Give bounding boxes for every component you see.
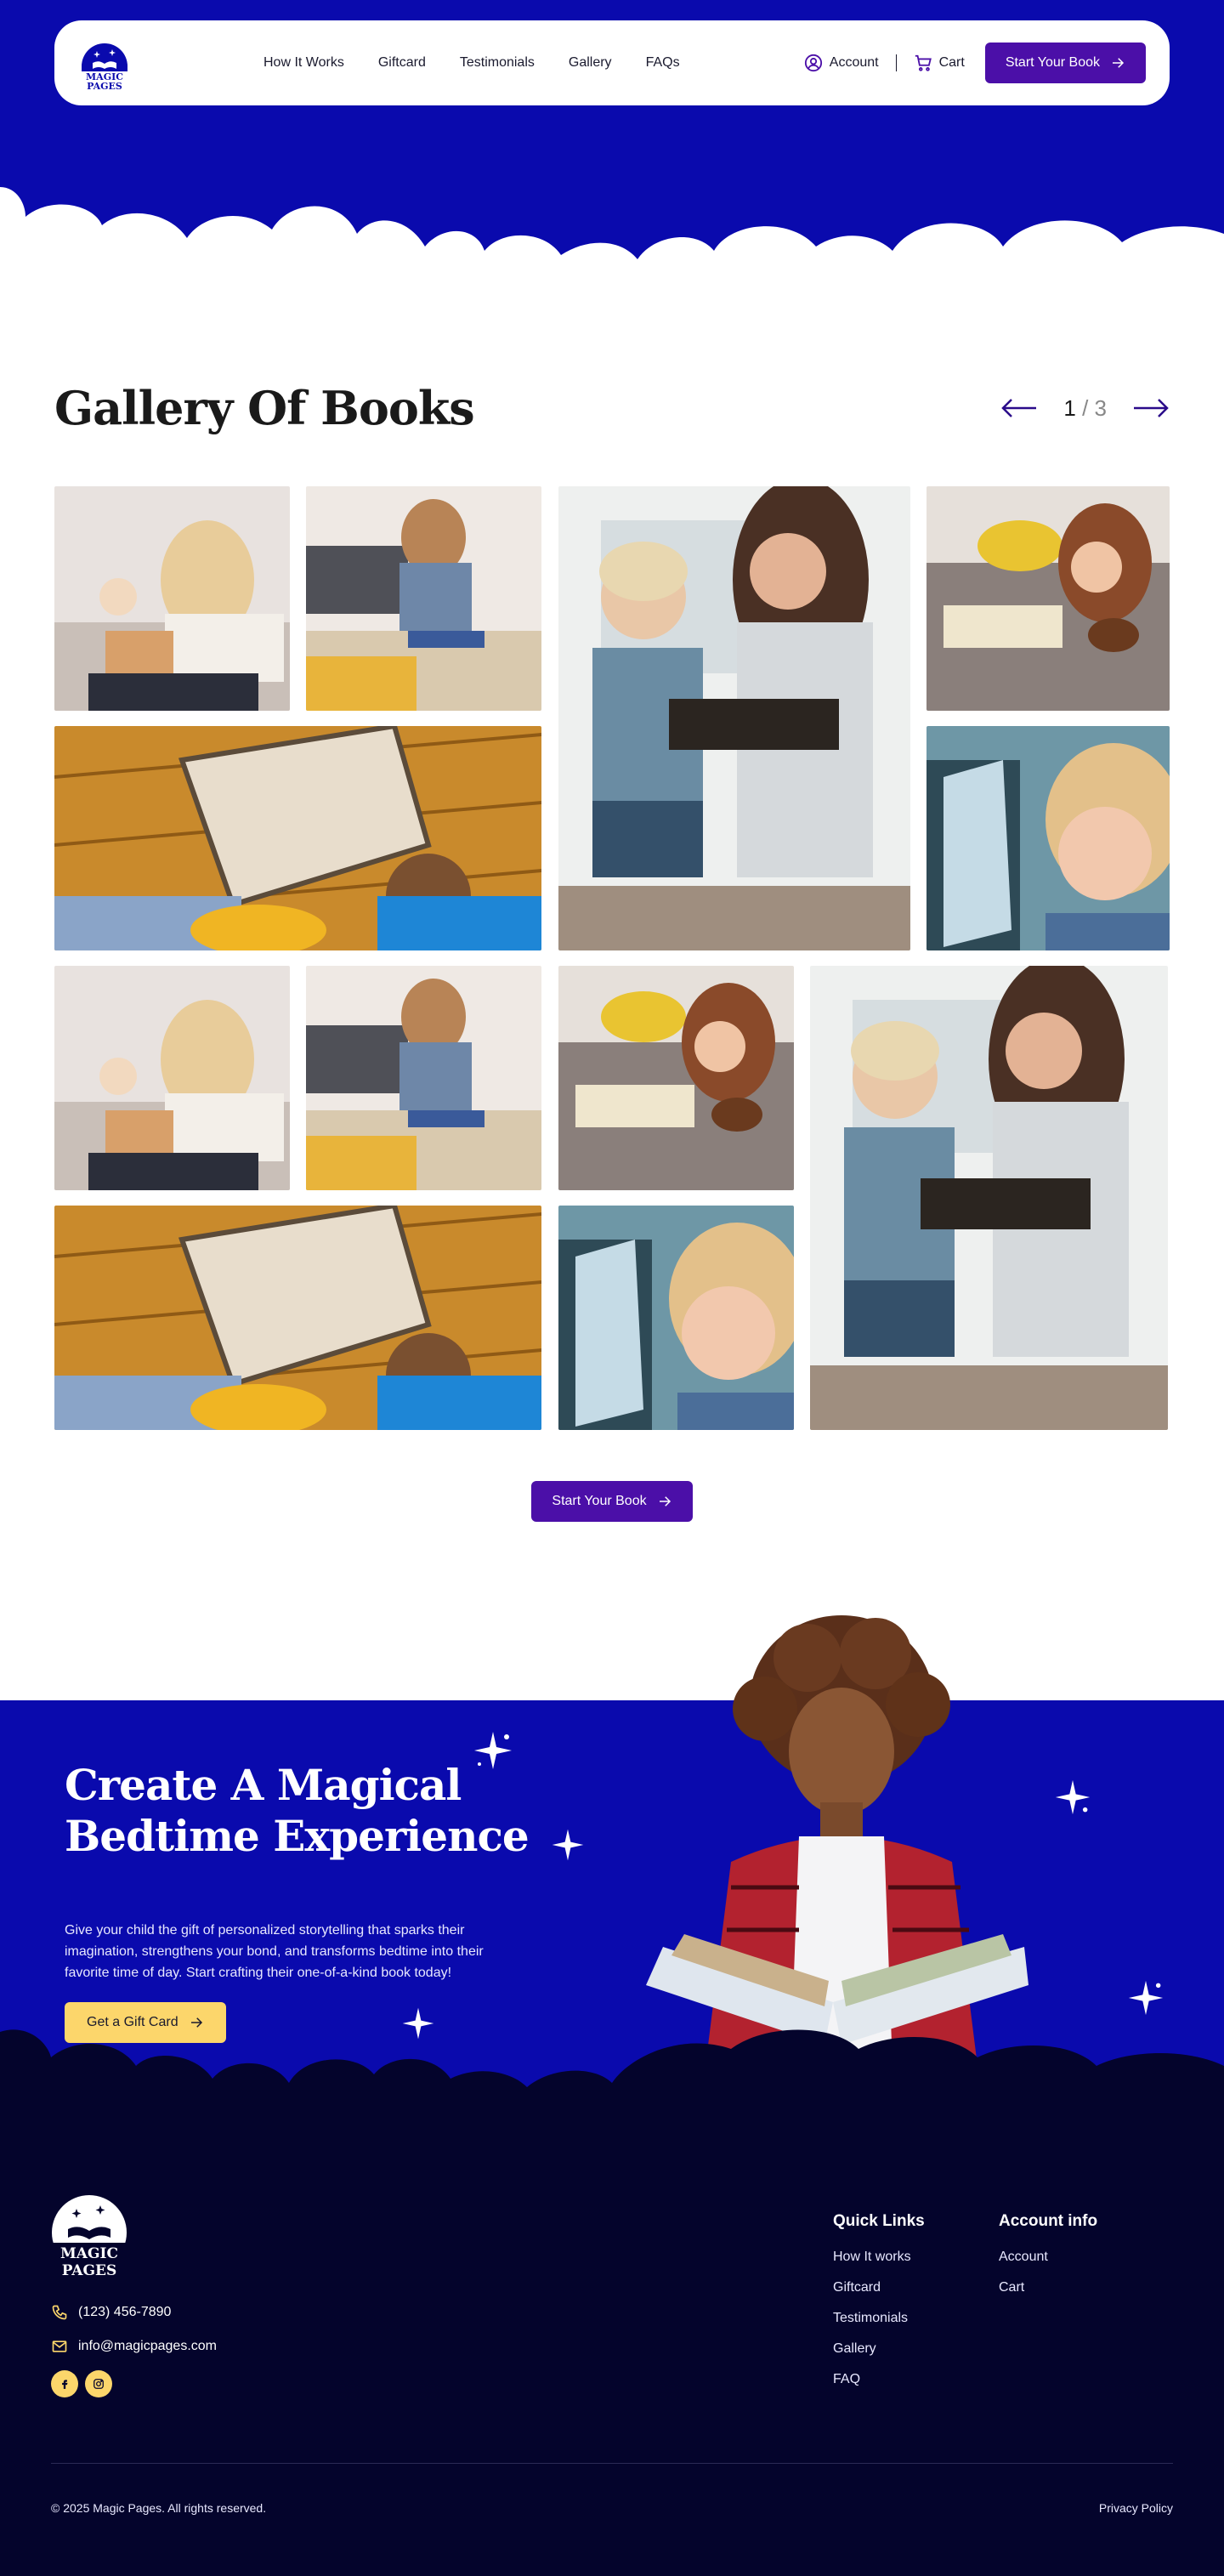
nav-divider [895,54,897,71]
page-current: 1 [1063,394,1076,421]
start-your-book-button[interactable]: Start Your Book [984,43,1146,83]
mail-icon [52,2341,67,2352]
gallery-photo-mother-daughter[interactable] [54,966,290,1190]
nav-link-giftcard[interactable]: Giftcard [378,55,426,71]
nav-link-gallery[interactable]: Gallery [569,55,612,71]
hero-banner: MAGIC PAGES How It Works Giftcard Testim… [0,0,1224,298]
quick-links-title: Quick Links [833,2212,925,2230]
facebook-icon[interactable] [51,2370,78,2397]
gallery-photo-girl-dog[interactable] [926,486,1170,711]
arrow-left-icon[interactable] [1000,398,1038,418]
page-indicator: 1 / 3 [1063,395,1107,422]
account-info-column: Account info Account Cart [999,2212,1097,2311]
start-your-book-label: Start Your Book [1005,55,1100,70]
gallery-title: Gallery Of Books [54,381,475,435]
gallery-section: Gallery Of Books 1 / 3 Start Your Book [0,298,1224,1522]
gallery-header: Gallery Of Books 1 / 3 [54,374,1170,442]
gallery-cta: Start Your Book [54,1481,1170,1522]
gallery-photo-boy-girl-reading[interactable] [810,966,1168,1430]
social-links [51,2370,112,2397]
footer-logo-text-magic: MAGIC [60,2245,118,2262]
top-nav: MAGIC PAGES How It Works Giftcard Testim… [54,20,1170,105]
footer-link-how-it-works[interactable]: How It works [833,2250,925,2265]
page-separator: / [1082,394,1089,421]
nav-link-how-it-works[interactable]: How It Works [264,55,344,71]
arrow-right-icon [1113,58,1125,68]
clouds-decoration [0,2029,1224,2185]
phone-number: (123) 456-7890 [78,2305,172,2319]
footer-link-account[interactable]: Account [999,2250,1097,2265]
sparkle-icon [1055,1779,1091,1815]
privacy-policy-link[interactable]: Privacy Policy [1099,2501,1173,2515]
copyright-text: © 2025 Magic Pages. All rights reserved. [51,2501,267,2515]
account-link[interactable]: Account [804,54,879,72]
gallery-photo-mother-daughter[interactable] [54,486,290,711]
user-circle-icon [804,54,822,72]
page-total: 3 [1094,394,1107,421]
nav-actions: Account Cart Start Your Book [804,43,1146,83]
arrow-right-icon [659,1496,671,1506]
magic-pages-logo[interactable]: MAGIC PAGES [78,34,131,92]
gallery-start-your-book-button[interactable]: Start Your Book [531,1481,693,1522]
footer-link-gallery[interactable]: Gallery [833,2341,925,2357]
gallery-start-your-book-label: Start Your Book [552,1494,647,1508]
cart-link[interactable]: Cart [914,54,965,72]
gallery-grid [54,486,1170,1430]
gallery-photo-map-book[interactable] [54,1206,541,1430]
cart-label: Cart [938,55,965,70]
gallery-photo-girl-table[interactable] [306,966,541,1190]
promo-title-line1: Create A Magical [65,1760,462,1810]
email-address: info@magicpages.com [78,2339,217,2353]
magic-pages-logo[interactable]: MAGIC PAGES [51,2193,128,2278]
gallery-photo-girl-dog[interactable] [558,966,794,1190]
gallery-pager: 1 / 3 [1000,395,1170,422]
promo-title-line2: Bedtime Experience [65,1811,530,1861]
footer-link-giftcard[interactable]: Giftcard [833,2280,925,2295]
instagram-icon[interactable] [85,2370,112,2397]
footer-divider [51,2463,1173,2464]
gallery-photo-boy-girl-reading[interactable] [558,486,910,950]
email-contact[interactable]: info@magicpages.com [51,2338,217,2355]
footer-link-testimonials[interactable]: Testimonials [833,2311,925,2326]
sparkle-icon [552,1829,584,1861]
nav-link-testimonials[interactable]: Testimonials [460,55,535,71]
footer-logo-text-pages: PAGES [62,2262,117,2278]
footer-link-cart[interactable]: Cart [999,2280,1097,2295]
quick-links-column: Quick Links How It works Giftcard Testim… [833,2212,925,2403]
nav-links: How It Works Giftcard Testimonials Galle… [264,55,680,71]
logo-text-pages: PAGES [87,81,122,92]
arrow-right-icon[interactable] [1132,398,1170,418]
phone-contact[interactable]: (123) 456-7890 [51,2304,171,2321]
promo-section: Create A Magical Bedtime Experience Give… [0,1607,1224,2185]
account-label: Account [829,55,879,70]
cart-icon [915,54,932,71]
clouds-decoration [0,187,1224,298]
site-footer: MAGIC PAGES (123) 456-7890 info@magicpag… [0,2185,1224,2576]
gallery-photo-map-book[interactable] [54,726,541,950]
phone-icon [52,2305,67,2320]
promo-title: Create A Magical Bedtime Experience [65,1760,530,1862]
account-info-title: Account info [999,2212,1098,2230]
gallery-photo-girl-table[interactable] [306,486,541,711]
footer-link-faq[interactable]: FAQ [833,2372,925,2387]
gallery-photo-boy-book-closeup[interactable] [558,1206,794,1430]
nav-link-faqs[interactable]: FAQs [646,55,680,71]
gallery-photo-boy-book-closeup[interactable] [926,726,1170,950]
